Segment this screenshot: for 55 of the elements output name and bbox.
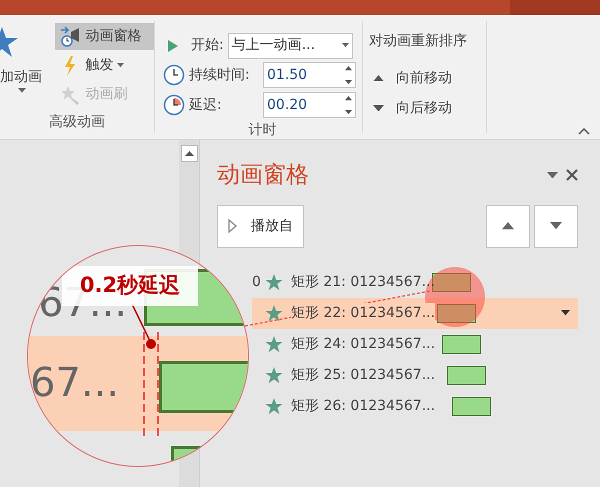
star-icon bbox=[264, 274, 283, 290]
delay-field[interactable]: 00.20 bbox=[263, 92, 356, 118]
move-down-button[interactable] bbox=[534, 204, 578, 248]
ribbon-button[interactable]: 动画窗格 bbox=[55, 23, 154, 50]
caret-icon bbox=[18, 88, 26, 93]
star-icon bbox=[265, 398, 283, 414]
down-triangle-icon bbox=[373, 104, 384, 112]
timing-bar bbox=[442, 334, 482, 354]
timing-bar bbox=[432, 272, 471, 292]
delay-clock-icon bbox=[163, 94, 185, 116]
play-from-button[interactable]: 播放自 bbox=[217, 204, 304, 248]
start-dropdown[interactable]: 与上一动画... bbox=[228, 32, 353, 58]
group-label: 高级动画 bbox=[48, 113, 106, 132]
animation-item[interactable]: 矩形 24: 01234567... bbox=[252, 334, 436, 354]
animation-item[interactable]: 矩形 25: 01234567... bbox=[252, 364, 436, 386]
reorder-button[interactable]: 向后移动 bbox=[369, 93, 467, 123]
reorder-title: 对动画重新排序 bbox=[369, 32, 467, 51]
item-label: 矩形 25: 01234567... bbox=[291, 366, 436, 384]
play-icon bbox=[167, 38, 179, 52]
duration-label: 持续时间: bbox=[189, 66, 251, 84]
item-index: 0 bbox=[252, 272, 261, 292]
group-label: 计时 bbox=[248, 121, 278, 140]
down-triangle-icon bbox=[550, 222, 562, 230]
delay-label: 延迟: bbox=[189, 96, 223, 114]
star-icon bbox=[265, 304, 283, 322]
magnified-text: 67... bbox=[30, 363, 120, 403]
star-icon bbox=[265, 366, 283, 384]
clock-icon bbox=[163, 64, 185, 86]
play-icon bbox=[228, 219, 237, 233]
brush-icon bbox=[59, 84, 82, 106]
scroll-up-button[interactable] bbox=[180, 145, 198, 162]
start-label: 开始: bbox=[191, 36, 224, 55]
duration-field[interactable]: 01.50 bbox=[263, 62, 356, 88]
caret-icon[interactable] bbox=[561, 310, 570, 316]
item-label: 矩形 26: 01234567... bbox=[291, 396, 436, 416]
ribbon-button[interactable]: 触发 bbox=[55, 52, 154, 79]
up-triangle-icon bbox=[373, 74, 384, 82]
star-icon bbox=[265, 336, 283, 352]
timing-bar bbox=[437, 304, 476, 322]
pane-title: 动画窗格 bbox=[217, 161, 309, 190]
reorder-button[interactable]: 向前移动 bbox=[369, 63, 467, 93]
up-triangle-icon bbox=[502, 222, 514, 230]
animation-item[interactable]: 矩形 26: 01234567... bbox=[252, 396, 436, 416]
caret-icon bbox=[342, 43, 349, 48]
add-animation-button[interactable]: 加动画 bbox=[0, 21, 52, 112]
spinner-icon bbox=[345, 96, 352, 114]
animation-pane-icon bbox=[59, 26, 82, 48]
collapse-icon[interactable] bbox=[578, 128, 590, 135]
item-label: 矩形 24: 01234567... bbox=[291, 334, 436, 354]
spinner-icon bbox=[345, 66, 352, 84]
animation-item[interactable]: 矩形 22: 01234567... bbox=[252, 298, 578, 328]
up-triangle-icon bbox=[184, 151, 194, 156]
timing-bar bbox=[452, 396, 492, 416]
timing-bar bbox=[447, 366, 486, 384]
move-up-button[interactable] bbox=[486, 204, 530, 248]
